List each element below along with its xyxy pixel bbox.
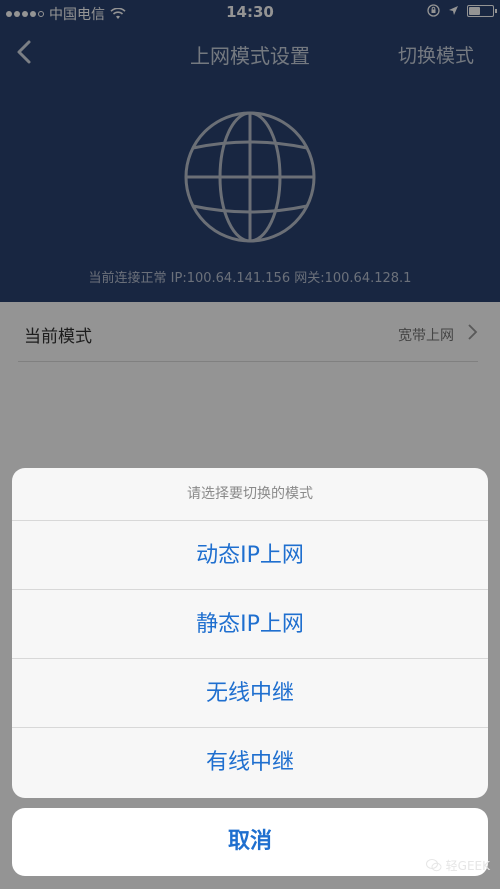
wechat-icon xyxy=(425,859,442,872)
watermark: 轻GEEK xyxy=(425,857,490,874)
watermark-text: 轻GEEK xyxy=(445,859,490,873)
option-wired-relay[interactable]: 有线中继 xyxy=(12,728,488,797)
cancel-button[interactable]: 取消 xyxy=(12,808,488,876)
action-sheet: 请选择要切换的模式 动态IP上网 静态IP上网 无线中继 有线中继 xyxy=(12,468,488,798)
option-wireless-relay[interactable]: 无线中继 xyxy=(12,659,488,728)
option-dynamic-ip[interactable]: 动态IP上网 xyxy=(12,521,488,590)
action-sheet-title: 请选择要切换的模式 xyxy=(12,468,488,521)
option-static-ip[interactable]: 静态IP上网 xyxy=(12,590,488,659)
